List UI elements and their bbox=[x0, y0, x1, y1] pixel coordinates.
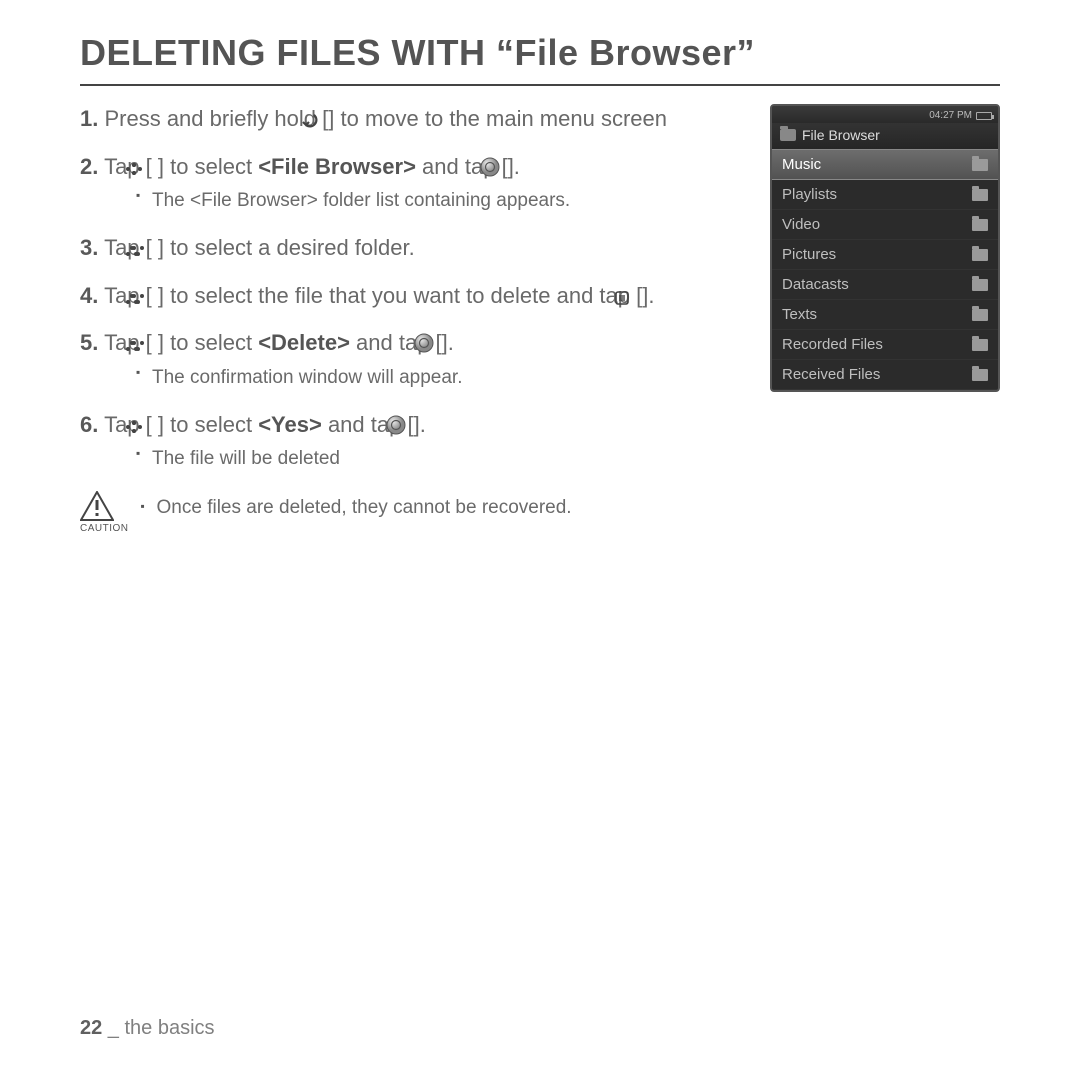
device-screenshot: 04:27 PM File Browser Music Playlists Vide… bbox=[770, 104, 1000, 392]
device-list-item: Recorded Files bbox=[772, 330, 998, 360]
battery-icon bbox=[976, 112, 992, 120]
step-item: 5. Tap [ ] to select <Delete> and tap []… bbox=[80, 328, 742, 391]
instruction-steps: 1. Press and briefly hold [] to move to … bbox=[80, 104, 742, 534]
caution-block: CAUTION Once files are deleted, they can… bbox=[80, 491, 742, 534]
folder-icon bbox=[972, 159, 988, 171]
device-list-item: Playlists bbox=[772, 180, 998, 210]
device-header-label: File Browser bbox=[802, 127, 880, 143]
footer-section: the basics bbox=[125, 1017, 215, 1039]
step-item: 2. Tap [ ] to select <File Browser> and … bbox=[80, 152, 742, 215]
step-subitem: The <File Browser> folder list containin… bbox=[136, 187, 742, 215]
device-list-item: Music bbox=[772, 149, 998, 180]
device-list-label: Datacasts bbox=[782, 276, 849, 293]
device-list-label: Pictures bbox=[782, 246, 836, 263]
device-list-item: Texts bbox=[772, 300, 998, 330]
step-item: 6. Tap [ ] to select <Yes> and tap [].Th… bbox=[80, 410, 742, 473]
device-list-label: Texts bbox=[782, 306, 817, 323]
device-statusbar: 04:27 PM bbox=[772, 106, 998, 123]
footer-separator: _ bbox=[102, 1017, 124, 1039]
step-item: 3. Tap [ ] to select a desired folder. bbox=[80, 233, 742, 263]
device-list-item: Video bbox=[772, 210, 998, 240]
step-subitem: The confirmation window will appear. bbox=[136, 364, 742, 392]
page-footer: 22 _ the basics bbox=[80, 1017, 215, 1040]
folder-icon bbox=[972, 339, 988, 351]
folder-icon bbox=[972, 309, 988, 321]
device-list-label: Video bbox=[782, 216, 820, 233]
folder-icon bbox=[972, 369, 988, 381]
step-item: 1. Press and briefly hold [] to move to … bbox=[80, 104, 742, 134]
folder-icon bbox=[780, 129, 796, 141]
device-list-label: Music bbox=[782, 156, 821, 173]
folder-icon bbox=[972, 189, 988, 201]
caution-label: CAUTION bbox=[80, 523, 129, 534]
device-list-label: Received Files bbox=[782, 366, 880, 383]
page-number: 22 bbox=[80, 1017, 102, 1039]
folder-icon bbox=[972, 219, 988, 231]
device-time: 04:27 PM bbox=[929, 110, 972, 121]
title-rule bbox=[80, 84, 1000, 86]
step-subitem: The file will be deleted bbox=[136, 445, 742, 473]
device-list-item: Pictures bbox=[772, 240, 998, 270]
step-item: 4. Tap [ ] to select the file that you w… bbox=[80, 281, 742, 311]
page-title: DELETING FILES WITH “File Browser” bbox=[80, 32, 1000, 84]
caution-icon: CAUTION bbox=[80, 491, 129, 534]
device-header: File Browser bbox=[772, 123, 998, 149]
folder-icon bbox=[972, 249, 988, 261]
caution-text: Once files are deleted, they cannot be r… bbox=[141, 491, 572, 519]
folder-icon bbox=[972, 279, 988, 291]
device-list-item: Received Files bbox=[772, 360, 998, 390]
device-list-label: Playlists bbox=[782, 186, 837, 203]
device-list-label: Recorded Files bbox=[782, 336, 883, 353]
device-file-list: Music Playlists Video Pictures Datacasts Text… bbox=[772, 149, 998, 390]
device-list-item: Datacasts bbox=[772, 270, 998, 300]
